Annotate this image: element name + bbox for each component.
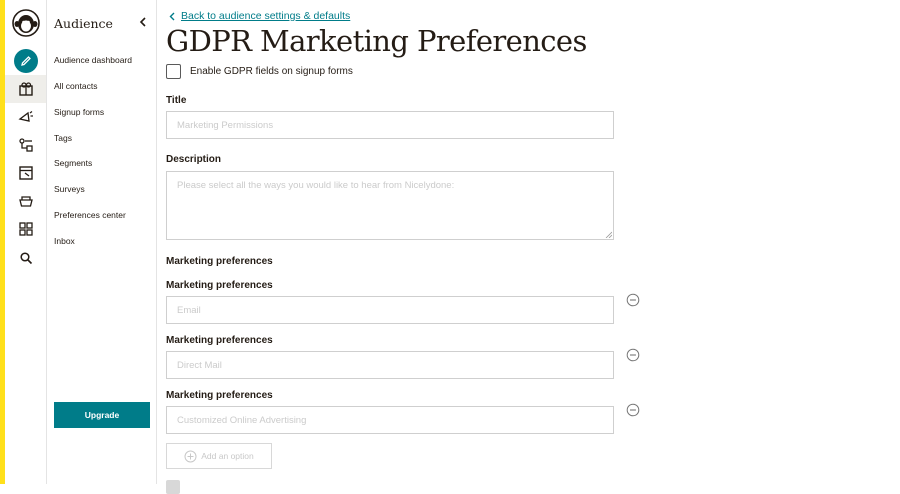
upgrade-button[interactable]: Upgrade — [54, 402, 150, 428]
title-input[interactable]: Marketing Permissions — [166, 111, 614, 139]
description-placeholder: Please select all the ways you would lik… — [177, 180, 455, 191]
sidebar-item-surveys[interactable]: Surveys — [54, 184, 85, 194]
preference-input-online-advertising[interactable]: Customized Online Advertising — [166, 406, 614, 434]
description-field-label: Description — [166, 154, 222, 165]
sidebar-item-inbox[interactable]: Inbox — [54, 236, 75, 246]
integrations-icon[interactable] — [14, 217, 38, 241]
website-icon[interactable] — [14, 161, 38, 185]
add-option-label: Add an option — [201, 451, 254, 461]
sidebar-item-signup-forms[interactable]: Signup forms — [54, 107, 104, 117]
preference-input-direct-mail[interactable]: Direct Mail — [166, 351, 614, 379]
enable-gdpr-checkbox[interactable] — [166, 64, 181, 79]
resize-handle-icon[interactable] — [605, 231, 612, 238]
marketing-preferences-heading: Marketing preferences — [166, 256, 273, 267]
back-link-label: Back to audience settings & defaults — [181, 10, 351, 22]
collapse-chevron-icon[interactable] — [137, 15, 149, 29]
content-icon[interactable] — [14, 189, 38, 213]
sidebar-item-segments[interactable]: Segments — [54, 158, 92, 168]
sidebar-item-all-contacts[interactable]: All contacts — [54, 81, 97, 91]
automations-icon[interactable] — [14, 133, 38, 157]
audience-icon[interactable] — [14, 77, 38, 101]
create-pencil-icon[interactable] — [14, 49, 38, 73]
mailchimp-logo-icon[interactable] — [11, 8, 41, 38]
chevron-left-icon — [169, 12, 175, 20]
main-content: Back to audience settings & defaults GDP… — [157, 0, 900, 494]
title-field-label: Title — [166, 95, 187, 106]
back-link[interactable]: Back to audience settings & defaults — [169, 10, 350, 22]
remove-option-icon[interactable] — [626, 403, 640, 417]
preference-label: Marketing preferences — [166, 335, 273, 346]
sidebar-item-preferences-center[interactable]: Preferences center — [54, 210, 126, 220]
page-title: GDPR Marketing Preferences — [166, 24, 587, 58]
add-option-button[interactable]: Add an option — [166, 443, 272, 469]
icon-rail — [5, 0, 47, 484]
enable-gdpr-label: Enable GDPR fields on signup forms — [190, 66, 353, 77]
audience-sidebar: Audience Audience dashboard All contacts… — [47, 0, 157, 484]
search-icon[interactable] — [14, 246, 38, 270]
preference-label: Marketing preferences — [166, 280, 273, 291]
plus-circle-icon — [184, 450, 197, 462]
sidebar-item-tags[interactable]: Tags — [54, 133, 72, 143]
remove-option-icon[interactable] — [626, 348, 640, 362]
preference-input-email[interactable]: Email — [166, 296, 614, 324]
remove-option-icon[interactable] — [626, 293, 640, 307]
sidebar-title: Audience — [54, 16, 113, 31]
preference-label: Marketing preferences — [166, 390, 273, 401]
description-textarea[interactable]: Please select all the ways you would lik… — [166, 171, 614, 240]
sidebar-item-audience-dashboard[interactable]: Audience dashboard — [54, 55, 132, 65]
campaigns-icon[interactable] — [14, 105, 38, 129]
additional-checkbox[interactable] — [166, 480, 180, 494]
